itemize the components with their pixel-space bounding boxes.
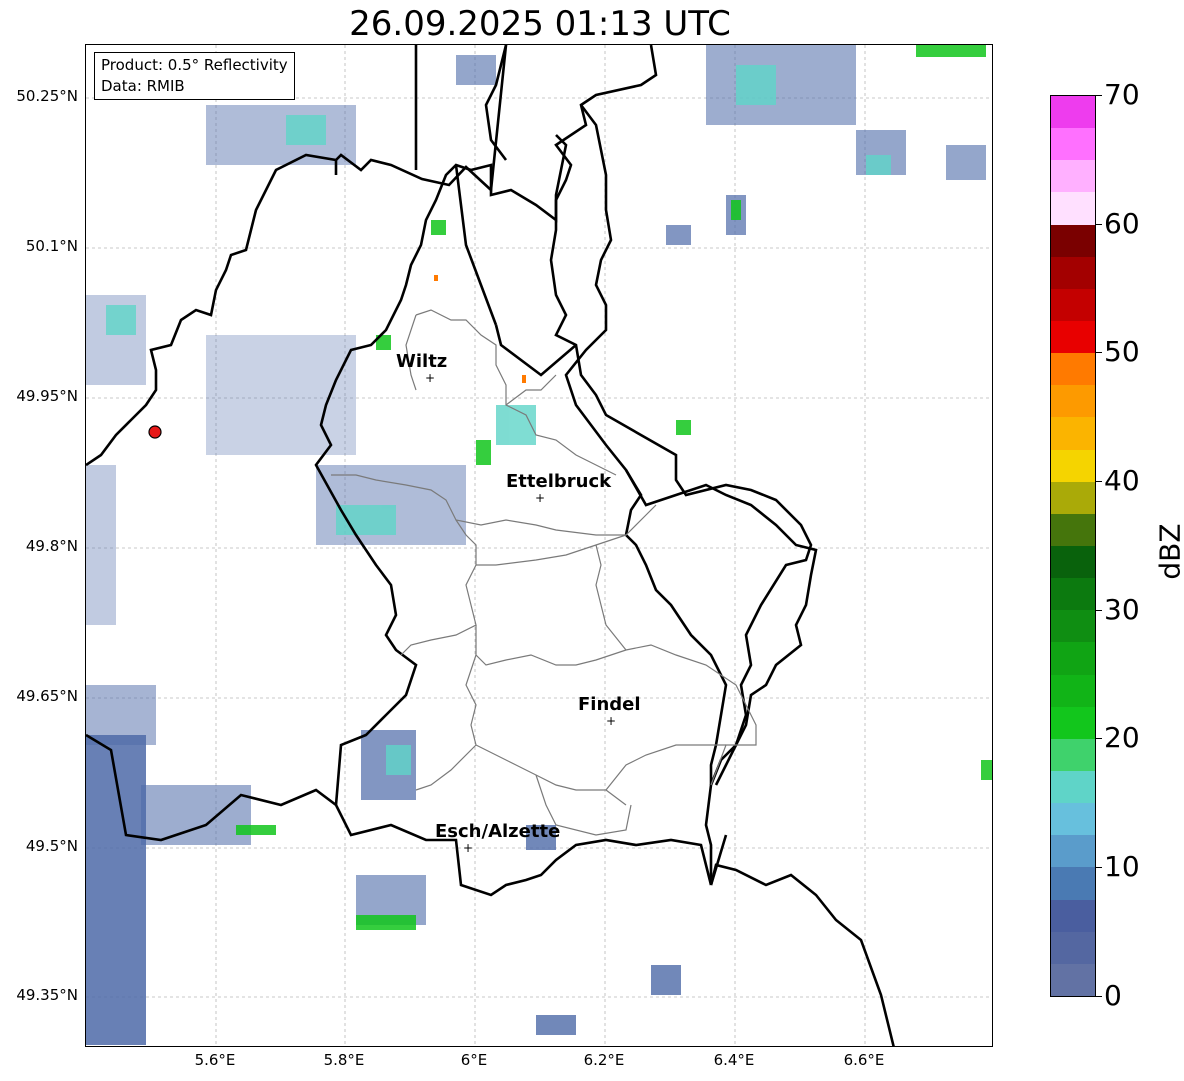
city-marker-icon: +: [606, 714, 617, 728]
x-tick-label: 6.4°E: [713, 1051, 755, 1069]
y-tick-label: 49.35°N: [16, 986, 78, 1004]
colorbar-segment: [1051, 867, 1095, 900]
colorbar-tick-mark: [1096, 867, 1102, 868]
x-tick-label: 6.6°E: [843, 1051, 885, 1069]
colorbar-segment: [1051, 770, 1095, 804]
colorbar-segment: [1051, 160, 1095, 193]
colorbar-segment: [1051, 899, 1095, 932]
colorbar-tick-mark: [1096, 352, 1102, 353]
y-tick-label: 49.8°N: [25, 537, 78, 555]
colorbar-segment: [1051, 835, 1095, 868]
colorbar-tick-mark: [1096, 738, 1102, 739]
colorbar-segment: [1051, 256, 1095, 289]
colorbar-segment: [1051, 610, 1095, 643]
colorbar-segment: [1051, 417, 1095, 450]
product-label: Product: 0.5° Reflectivity: [101, 56, 288, 74]
city-label-wiltz: Wiltz: [396, 351, 448, 372]
colorbar-segment: [1051, 96, 1095, 129]
colorbar-tick-mark: [1096, 481, 1102, 482]
colorbar-segment: [1051, 578, 1095, 611]
colorbar-segment: [1051, 513, 1095, 546]
city-marker-icon: +: [463, 841, 474, 855]
colorbar-tick-mark: [1096, 95, 1102, 96]
y-tick-label: 49.95°N: [16, 387, 78, 405]
city-marker-icon: +: [535, 491, 546, 505]
colorbar-segment: [1051, 674, 1095, 707]
colorbar-segment: [1051, 706, 1095, 739]
city-label-findel: Findel: [578, 694, 641, 715]
colorbar-segment: [1051, 128, 1095, 161]
y-tick-label: 50.25°N: [16, 87, 78, 105]
data-source-label: Data: RMIB: [101, 77, 185, 95]
colorbar: [1050, 95, 1096, 997]
city-marker-icon: +: [425, 371, 436, 385]
colorbar-tick-label: 30: [1104, 593, 1140, 626]
colorbar-segment: [1051, 288, 1095, 321]
colorbar-tick-label: 50: [1104, 335, 1140, 368]
map-title: 26.09.2025 01:13 UTC: [349, 4, 731, 44]
colorbar-segment: [1051, 931, 1095, 964]
colorbar-segment: [1051, 353, 1095, 386]
info-box: Product: 0.5° Reflectivity Data: RMIB: [94, 52, 295, 100]
x-tick-label: 5.8°E: [323, 1051, 365, 1069]
colorbar-segment: [1051, 192, 1095, 225]
colorbar-tick-label: 40: [1104, 464, 1140, 497]
x-tick-label: 6°E: [460, 1051, 488, 1069]
radar-echoes: [86, 45, 992, 1045]
colorbar-segment: [1051, 224, 1095, 257]
colorbar-tick-label: 20: [1104, 721, 1140, 754]
colorbar-tick-label: 0: [1104, 979, 1122, 1012]
y-tick-label: 49.65°N: [16, 687, 78, 705]
colorbar-tick-mark: [1096, 996, 1102, 997]
colorbar-tick-mark: [1096, 610, 1102, 611]
radar-map[interactable]: [85, 44, 993, 1047]
colorbar-segment: [1051, 963, 1095, 996]
colorbar-segment: [1051, 803, 1095, 836]
y-tick-label: 50.1°N: [25, 237, 78, 255]
radar-site-marker: [148, 425, 162, 439]
colorbar-tick-label: 70: [1104, 78, 1140, 111]
colorbar-segment: [1051, 545, 1095, 579]
map-canvas: [86, 45, 992, 1046]
colorbar-tick-label: 10: [1104, 850, 1140, 883]
x-tick-label: 5.6°E: [194, 1051, 236, 1069]
colorbar-segment: [1051, 642, 1095, 675]
city-label-ettelbruck: Ettelbruck: [506, 471, 612, 492]
colorbar-tick-mark: [1096, 224, 1102, 225]
x-tick-label: 6.2°E: [583, 1051, 625, 1069]
colorbar-segment: [1051, 738, 1095, 771]
colorbar-segment: [1051, 320, 1095, 354]
colorbar-label: dBZ: [1153, 523, 1184, 580]
colorbar-segment: [1051, 481, 1095, 514]
city-label-esch-alzette: Esch/Alzette: [435, 821, 561, 842]
colorbar-tick-label: 60: [1104, 207, 1140, 240]
gridlines: [86, 45, 992, 1046]
colorbar-segment: [1051, 385, 1095, 418]
colorbar-segment: [1051, 449, 1095, 482]
y-tick-label: 49.5°N: [25, 837, 78, 855]
